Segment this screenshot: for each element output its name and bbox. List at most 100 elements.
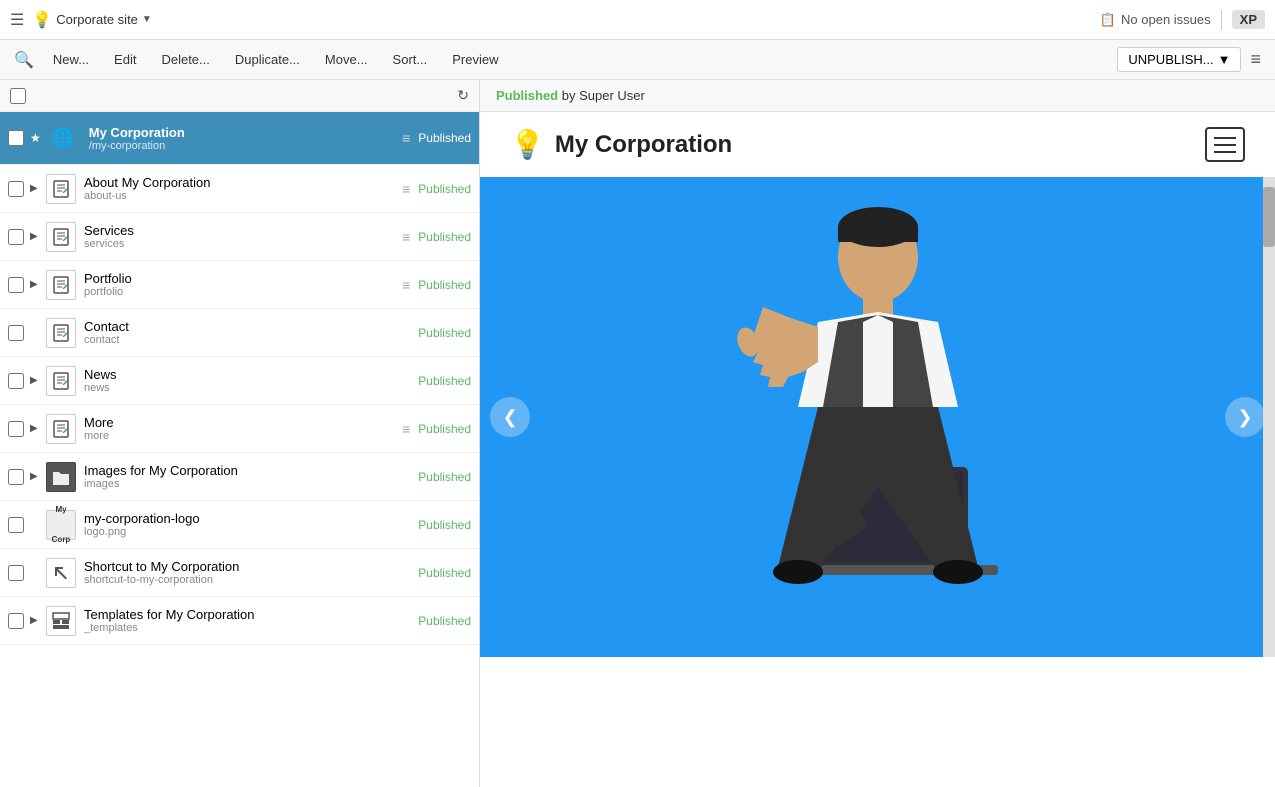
nav-toggle-line-2 [1214, 144, 1236, 146]
unpublish-dropdown-icon[interactable]: ▼ [1218, 52, 1231, 67]
shortcut-item-status: Published [418, 566, 471, 580]
shortcut-item-name: Shortcut to My Corporation [84, 559, 418, 574]
issues-button[interactable]: 📋 No open issues [1100, 12, 1211, 28]
duplicate-button[interactable]: Duplicate... [225, 48, 310, 71]
root-item-status: Published [418, 131, 471, 145]
edit-button[interactable]: Edit [104, 48, 146, 71]
more-item-slug: more [84, 430, 394, 442]
services-item-slug: services [84, 238, 394, 250]
images-expand-icon[interactable]: ▶ [30, 471, 42, 483]
services-checkbox[interactable] [8, 229, 24, 245]
portfolio-item-info: Portfolio portfolio [84, 271, 394, 298]
services-page-icon [46, 222, 76, 252]
unpublish-button[interactable]: UNPUBLISH... ▼ [1117, 47, 1241, 72]
portfolio-expand-icon[interactable]: ▶ [30, 279, 42, 291]
sort-button[interactable]: Sort... [383, 48, 438, 71]
tree-item-templates[interactable]: ▶ Templates for My Corporation _template… [0, 597, 479, 645]
right-panel: Published by Super User 💡 My Corporation [480, 80, 1275, 787]
portfolio-drag-icon: ≡ [402, 277, 410, 293]
contact-item-info: Contact contact [84, 319, 418, 346]
tree-item-shortcut[interactable]: ▶ Shortcut to My Corporation shortcut-to… [0, 549, 479, 597]
hamburger-menu[interactable]: ☰ [10, 10, 24, 30]
logo-item-status: Published [418, 518, 471, 532]
news-item-status: Published [418, 374, 471, 388]
root-checkbox[interactable] [8, 130, 24, 146]
tree-item-news[interactable]: ▶ News news Published [0, 357, 479, 405]
xp-badge[interactable]: XP [1232, 10, 1265, 29]
new-button[interactable]: New... [43, 48, 99, 71]
templates-item-status: Published [418, 614, 471, 628]
templates-checkbox[interactable] [8, 613, 24, 629]
root-item-name: My Corporation [89, 125, 394, 140]
tree-item-logo[interactable]: ▶ My Corp my-corporation-logo logo.png P… [0, 501, 479, 549]
refresh-icon[interactable]: ↻ [457, 87, 469, 104]
tree-item-more[interactable]: ▶ More more ≡ Published [0, 405, 479, 453]
tree-item-about[interactable]: ▶ About My Corporation about-us ≡ Publis… [0, 165, 479, 213]
site-indicator: 💡 Corporate site ▼ [32, 10, 151, 30]
nav-toggle-button[interactable] [1205, 127, 1245, 162]
site-dot-icon: 💡 [32, 10, 52, 30]
carousel-prev-button[interactable]: ❮ [490, 397, 530, 437]
clipboard-icon: 📋 [1100, 12, 1116, 28]
services-item-name: Services [84, 223, 394, 238]
issues-label: No open issues [1121, 12, 1211, 27]
scrollbar-track[interactable] [1263, 177, 1275, 657]
services-item-info: Services services [84, 223, 394, 250]
tree-item-portfolio[interactable]: ▶ Portfolio portfolio ≡ Published [0, 261, 479, 309]
logo-item-slug: logo.png [84, 526, 418, 538]
about-drag-icon: ≡ [402, 181, 410, 197]
carousel-next-button[interactable]: ❯ [1225, 397, 1265, 437]
site-dropdown-arrow[interactable]: ▼ [142, 14, 152, 25]
news-checkbox[interactable] [8, 373, 24, 389]
templates-item-info: Templates for My Corporation _templates [84, 607, 418, 634]
more-page-icon [46, 414, 76, 444]
logo-checkbox[interactable] [8, 517, 24, 533]
unpublish-label: UNPUBLISH... [1128, 52, 1213, 67]
news-page-icon [46, 366, 76, 396]
more-item-info: More more [84, 415, 394, 442]
globe-icon: 🌐 [45, 120, 81, 156]
about-checkbox[interactable] [8, 181, 24, 197]
contact-page-icon [46, 318, 76, 348]
shortcut-icon [46, 558, 76, 588]
services-item-status: Published [418, 230, 471, 244]
portfolio-item-status: Published [418, 278, 471, 292]
logo-item-info: my-corporation-logo logo.png [84, 511, 418, 538]
images-item-name: Images for My Corporation [84, 463, 418, 478]
move-button[interactable]: Move... [315, 48, 378, 71]
news-item-name: News [84, 367, 418, 382]
tree-item-services[interactable]: ▶ Services services ≡ Published [0, 213, 479, 261]
scrollbar-thumb[interactable] [1263, 187, 1275, 247]
main-area: ↻ ★ 🌐 My Corporation /my-corporation ≡ P… [0, 80, 1275, 787]
about-expand-icon[interactable]: ▶ [30, 183, 42, 195]
tree-item-root[interactable]: ★ 🌐 My Corporation /my-corporation ≡ Pub… [0, 112, 479, 165]
shortcut-checkbox[interactable] [8, 565, 24, 581]
services-drag-icon: ≡ [402, 229, 410, 245]
more-checkbox[interactable] [8, 421, 24, 437]
about-item-info: About My Corporation about-us [84, 175, 394, 202]
shortcut-item-slug: shortcut-to-my-corporation [84, 574, 418, 586]
logo-icon: My Corp [46, 510, 76, 540]
images-checkbox[interactable] [8, 469, 24, 485]
portfolio-checkbox[interactable] [8, 277, 24, 293]
images-item-slug: images [84, 478, 418, 490]
images-item-info: Images for My Corporation images [84, 463, 418, 490]
contact-item-name: Contact [84, 319, 418, 334]
select-all-checkbox[interactable] [10, 88, 26, 104]
templates-icon [46, 606, 76, 636]
top-bar: ☰ 💡 Corporate site ▼ 📋 No open issues XP [0, 0, 1275, 40]
search-button[interactable]: 🔍 [10, 46, 38, 74]
root-drag-icon: ≡ [402, 130, 410, 146]
services-expand-icon[interactable]: ▶ [30, 231, 42, 243]
preview-button[interactable]: Preview [442, 48, 508, 71]
more-expand-icon[interactable]: ▶ [30, 423, 42, 435]
about-item-name: About My Corporation [84, 175, 394, 190]
delete-button[interactable]: Delete... [151, 48, 219, 71]
templates-expand-icon[interactable]: ▶ [30, 615, 42, 627]
list-view-button[interactable]: ≡ [1246, 45, 1265, 74]
tree-item-contact[interactable]: ▶ Contact contact Published [0, 309, 479, 357]
hero-image [678, 187, 1078, 647]
contact-checkbox[interactable] [8, 325, 24, 341]
news-expand-icon[interactable]: ▶ [30, 375, 42, 387]
logo-bulb-icon: 💡 [510, 128, 545, 161]
